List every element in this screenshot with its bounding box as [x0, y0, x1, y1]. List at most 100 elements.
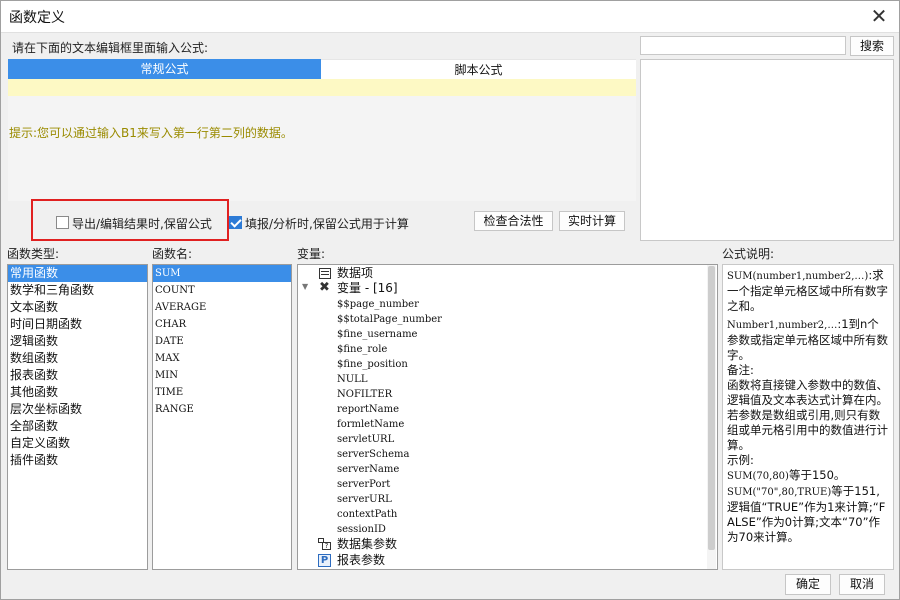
- title-bar: 函数定义 ✕: [1, 1, 899, 33]
- function-type-item[interactable]: 报表函数: [8, 367, 147, 384]
- variable-name[interactable]: reportName: [337, 404, 399, 415]
- variable-name[interactable]: $fine_username: [337, 329, 417, 340]
- description-paragraph: Number1,number2,…:1到n个参数或指定单元格区域中所有数字。: [727, 317, 889, 363]
- function-names-list[interactable]: SUM COUNT AVERAGE CHAR DATE MAX MIN TIME…: [152, 264, 292, 570]
- variable-name[interactable]: sessionID: [337, 524, 386, 535]
- window-title: 函数定义: [9, 10, 65, 26]
- variables-scrollbar-thumb[interactable]: [708, 266, 715, 550]
- description-note-label: 备注:: [727, 363, 754, 377]
- variable-name[interactable]: $$page_number: [337, 299, 419, 310]
- variables-header: 变量:: [297, 247, 326, 261]
- variable-name[interactable]: formletName: [337, 419, 404, 430]
- tree-item-dataset-params[interactable]: 数据集参数: [337, 537, 397, 552]
- function-types-list[interactable]: 常用函数 数学和三角函数 文本函数 时间日期函数 逻辑函数 数组函数 报表函数 …: [7, 264, 148, 570]
- prompt-label: 请在下面的文本编辑框里面输入公式:: [12, 41, 209, 55]
- ok-button[interactable]: 确定: [785, 574, 831, 595]
- search-results-box[interactable]: [640, 59, 894, 241]
- formula-editor[interactable]: 提示:您可以通过输入B1来写入第一行第二列的数据。: [8, 79, 636, 201]
- search-input[interactable]: [640, 36, 846, 55]
- check-validity-button[interactable]: 检查合法性: [474, 211, 553, 231]
- tree-item-variable: $fine_position: [337, 356, 408, 371]
- tree-item-variable: $fine_role: [337, 341, 387, 356]
- tree-item-variable: NULL: [337, 371, 367, 386]
- function-type-item[interactable]: 文本函数: [8, 299, 147, 316]
- function-type-item[interactable]: 插件函数: [8, 452, 147, 469]
- description-paragraph: SUM("70",80,TRUE)等于151,逻辑值“TRUE”作为1来计算;“…: [727, 484, 889, 545]
- function-name-item[interactable]: COUNT: [153, 282, 291, 299]
- tree-item-report-params[interactable]: 报表参数: [337, 553, 385, 568]
- variable-name[interactable]: contextPath: [337, 509, 397, 520]
- description-paragraph: SUM(70,80)等于150。: [727, 468, 889, 484]
- tree-item-variable: servletURL: [337, 431, 394, 446]
- variable-name[interactable]: serverName: [337, 464, 399, 475]
- variable-name[interactable]: NULL: [337, 374, 367, 385]
- tree-item-variable: $fine_username: [337, 326, 417, 341]
- description-example-code: SUM(70,80): [727, 471, 789, 482]
- description-example-text: 等于150。: [788, 468, 846, 482]
- realtime-calc-button[interactable]: 实时计算: [559, 211, 625, 231]
- function-name-item[interactable]: MAX: [153, 350, 291, 367]
- search-button[interactable]: 搜索: [850, 36, 894, 56]
- function-name-item[interactable]: AVERAGE: [153, 299, 291, 316]
- function-name-item[interactable]: CHAR: [153, 316, 291, 333]
- description-example-code: SUM("70",80,TRUE): [727, 487, 832, 498]
- variable-name[interactable]: serverURL: [337, 494, 392, 505]
- function-types-header: 函数类型:: [7, 247, 60, 261]
- variable-name[interactable]: servletURL: [337, 434, 394, 445]
- close-icon[interactable]: ✕: [867, 5, 891, 29]
- function-name-item[interactable]: DATE: [153, 333, 291, 350]
- function-type-item[interactable]: 逻辑函数: [8, 333, 147, 350]
- function-type-item[interactable]: 全部函数: [8, 418, 147, 435]
- variables-tree[interactable]: 数据项 ▼ ✖ 变量 - [16] $$page_number $$totalP…: [297, 264, 718, 570]
- tab-script-formula[interactable]: 脚本公式: [321, 59, 636, 79]
- tree-item-variable: formletName: [337, 416, 404, 431]
- function-type-item[interactable]: 自定义函数: [8, 435, 147, 452]
- description-note: 函数将直接键入参数中的数值、逻辑值及文本表达式计算在内。若参数是数组或引用,则只…: [727, 378, 888, 452]
- tree-item-variable-group[interactable]: 变量 - [16]: [337, 281, 398, 296]
- tree-item-variable: serverURL: [337, 491, 392, 506]
- tree-item-variable: serverName: [337, 461, 399, 476]
- variable-name[interactable]: NOFILTER: [337, 389, 392, 400]
- cancel-button[interactable]: 取消: [839, 574, 885, 595]
- function-name-item[interactable]: RANGE: [153, 401, 291, 418]
- formula-tabs: 常规公式 脚本公式: [8, 59, 636, 79]
- function-name-item[interactable]: MIN: [153, 367, 291, 384]
- editor-hint: 提示:您可以通过输入B1来写入第一行第二列的数据。: [9, 126, 293, 140]
- function-type-item[interactable]: 数组函数: [8, 350, 147, 367]
- tree-item-variable: $$page_number: [337, 296, 419, 311]
- export-keep-formula-label: 导出/编辑结果时,保留公式: [72, 217, 212, 231]
- function-name-item[interactable]: SUM: [153, 265, 291, 282]
- function-type-item[interactable]: 层次坐标函数: [8, 401, 147, 418]
- tree-item-variable: $$totalPage_number: [337, 311, 442, 326]
- tree-item-data-item[interactable]: 数据项: [337, 266, 373, 281]
- variable-icon: ✖: [319, 280, 330, 295]
- description-signature: SUM(number1,number2,…): [727, 271, 869, 282]
- function-type-item[interactable]: 常用函数: [8, 265, 147, 282]
- tree-item-variable: sessionID: [337, 521, 386, 536]
- chevron-down-icon[interactable]: ▼: [302, 283, 310, 291]
- export-keep-formula-checkbox[interactable]: [56, 216, 69, 229]
- function-name-item[interactable]: TIME: [153, 384, 291, 401]
- fill-keep-formula-checkbox[interactable]: [229, 216, 242, 229]
- tree-item-variable: serverPort: [337, 476, 390, 491]
- description-example-label: 示例:: [727, 453, 754, 467]
- tree-item-variable: serverSchema: [337, 446, 409, 461]
- description-paragraph: SUM(number1,number2,…):求一个指定单元格区域中所有数字之和…: [727, 268, 889, 314]
- report-params-icon: P: [318, 554, 331, 567]
- editor-current-line: [8, 79, 636, 96]
- tab-regular-formula[interactable]: 常规公式: [8, 59, 321, 79]
- function-type-item[interactable]: 时间日期函数: [8, 316, 147, 333]
- variable-name[interactable]: $fine_position: [337, 359, 408, 370]
- tree-item-variable: reportName: [337, 401, 399, 416]
- formula-description: SUM(number1,number2,…):求一个指定单元格区域中所有数字之和…: [722, 264, 894, 570]
- table-icon: [319, 268, 331, 279]
- variable-name[interactable]: serverSchema: [337, 449, 409, 460]
- tree-item-variable: contextPath: [337, 506, 397, 521]
- variable-name[interactable]: serverPort: [337, 479, 390, 490]
- function-type-item[interactable]: 数学和三角函数: [8, 282, 147, 299]
- variable-name[interactable]: $$totalPage_number: [337, 314, 442, 325]
- variable-name[interactable]: $fine_role: [337, 344, 387, 355]
- function-type-item[interactable]: 其他函数: [8, 384, 147, 401]
- function-names-header: 函数名:: [152, 247, 193, 261]
- fill-keep-formula-label: 填报/分析时,保留公式用于计算: [245, 217, 409, 231]
